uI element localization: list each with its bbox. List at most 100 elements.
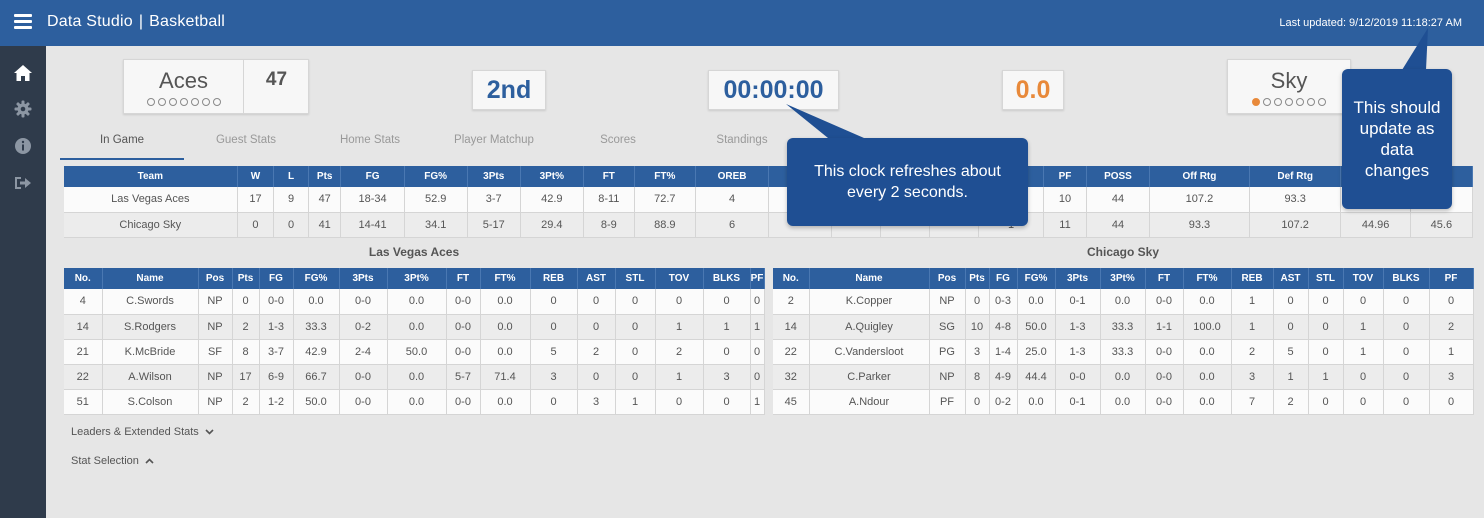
away-box-table-cell: 44.4 xyxy=(1017,364,1056,390)
team-table-header-cell[interactable]: L xyxy=(273,166,309,187)
team-table-header-cell[interactable]: Team xyxy=(64,166,238,187)
away-box-table-cell: 2 xyxy=(773,289,810,315)
home-box-header-cell[interactable]: REB xyxy=(530,268,578,289)
home-box-table-cell: 3 xyxy=(703,364,751,390)
team-table-header-cell[interactable]: FT% xyxy=(634,166,696,187)
away-box-header-cell[interactable]: AST xyxy=(1273,268,1309,289)
away-box-header-cell[interactable]: Pos xyxy=(929,268,966,289)
stat-selection-link[interactable]: Stat Selection xyxy=(71,455,154,467)
team-table-header-cell[interactable]: Pts xyxy=(308,166,342,187)
home-box-table-cell: 1 xyxy=(655,314,704,340)
team-table-table-cell: 8-9 xyxy=(583,212,635,238)
timeout-dot xyxy=(1318,98,1326,106)
home-box-header-cell[interactable]: 3Pt% xyxy=(387,268,447,289)
team-table-header-cell[interactable]: POSS xyxy=(1086,166,1151,187)
home-timeouts xyxy=(124,98,243,106)
home-box-header-cell[interactable]: FT xyxy=(446,268,481,289)
menu-icon[interactable] xyxy=(14,14,32,30)
away-box-header-cell[interactable]: FG xyxy=(989,268,1018,289)
home-box-header-cell[interactable]: FG xyxy=(259,268,294,289)
team-table-table-cell: 44 xyxy=(1086,212,1151,238)
chevron-up-icon xyxy=(145,458,154,464)
team-table-table-cell: 41 xyxy=(308,212,342,238)
home-box-table-cell: 0 xyxy=(750,339,765,365)
away-box-table-cell: 32 xyxy=(773,364,810,390)
home-box-header-cell[interactable]: PF xyxy=(750,268,765,289)
team-table-table-row: Chicago Sky 0 0 41 14-41 34.1 5-17 29.4 8-9 88.9 6… xyxy=(64,212,1474,238)
home-box-table-row: 21 K.McBride SF 8 3-7 42.9 2-4 50.0 0-0 0.0 5 2 0 2 0 0 xyxy=(64,339,765,365)
home-box-table-cell: 71.4 xyxy=(480,364,531,390)
home-box-header-cell[interactable]: Pts xyxy=(232,268,260,289)
team-table-header-cell[interactable]: FT xyxy=(583,166,635,187)
team-table-table-cell: 44.96 xyxy=(1340,212,1411,238)
home-box-table-cell: 2-4 xyxy=(339,339,388,365)
away-box-table-cell: K.Copper xyxy=(809,289,930,315)
home-box-table-cell: 50.0 xyxy=(293,389,340,415)
info-icon[interactable] xyxy=(12,135,34,157)
tab-in-game[interactable]: In Game xyxy=(60,128,184,160)
home-box-header-cell[interactable]: Pos xyxy=(198,268,233,289)
away-box-header-cell[interactable]: PF xyxy=(1429,268,1474,289)
away-box-header-cell[interactable]: TOV xyxy=(1343,268,1384,289)
home-box-header-cell[interactable]: 3Pts xyxy=(339,268,388,289)
leaders-extended-stats-link[interactable]: Leaders & Extended Stats xyxy=(71,426,214,438)
home-box-table-cell: 0.0 xyxy=(387,364,447,390)
away-box-header-cell[interactable]: Pts xyxy=(965,268,990,289)
team-table-table-cell: 107.2 xyxy=(1149,187,1250,213)
tab-player-matchup[interactable]: Player Matchup xyxy=(432,128,556,160)
away-box-table-cell: 1 xyxy=(1308,364,1344,390)
team-table-table-cell: 42.9 xyxy=(520,187,584,213)
home-box-table-cell: 50.0 xyxy=(387,339,447,365)
away-box-table-cell: 0 xyxy=(1273,289,1309,315)
timeout-dot xyxy=(1252,98,1260,106)
away-box-table-cell: A.Quigley xyxy=(809,314,930,340)
away-box-header-cell[interactable]: FT% xyxy=(1183,268,1232,289)
team-table-header-cell[interactable]: W xyxy=(237,166,275,187)
team-table-header-cell[interactable]: 3Pts xyxy=(467,166,521,187)
home-box-table-cell: 3 xyxy=(577,389,616,415)
away-box-header-cell[interactable]: No. xyxy=(773,268,810,289)
away-box-header-cell[interactable]: 3Pts xyxy=(1055,268,1101,289)
away-box-table-row: 45 A.Ndour PF 0 0-2 0.0 0-1 0.0 0-0 0.0 7 2 0 0 0 0 xyxy=(773,389,1474,415)
gear-icon[interactable] xyxy=(12,98,34,120)
home-box-header-cell[interactable]: Name xyxy=(102,268,199,289)
timeout-dot xyxy=(157,98,166,106)
team-table-header-cell[interactable]: 3Pt% xyxy=(520,166,584,187)
away-box-header-cell[interactable]: BLKS xyxy=(1383,268,1430,289)
tab-home-stats[interactable]: Home Stats xyxy=(308,128,432,160)
team-table-table-cell: 5-17 xyxy=(467,212,521,238)
away-box-table-cell: 2 xyxy=(1429,314,1474,340)
away-box-header-cell[interactable]: Name xyxy=(809,268,930,289)
timeout-dot xyxy=(190,98,199,106)
home-box-header-cell[interactable]: FG% xyxy=(293,268,340,289)
home-box-table-cell: 0-0 xyxy=(339,289,388,315)
sign-out-icon[interactable] xyxy=(12,172,34,194)
team-table-header-cell[interactable]: Off Rtg xyxy=(1149,166,1250,187)
away-box-header-cell[interactable]: REB xyxy=(1231,268,1274,289)
chevron-down-icon xyxy=(205,429,214,435)
home-box-header-cell[interactable]: AST xyxy=(577,268,616,289)
team-table-header-cell[interactable]: FG% xyxy=(404,166,468,187)
home-icon[interactable] xyxy=(12,62,34,84)
tab-guest-stats[interactable]: Guest Stats xyxy=(184,128,308,160)
home-box-header-cell[interactable]: STL xyxy=(615,268,656,289)
away-box-header-cell[interactable]: 3Pt% xyxy=(1100,268,1146,289)
team-table-table-cell: 10 xyxy=(1043,187,1087,213)
away-box-header-cell[interactable]: FG% xyxy=(1017,268,1056,289)
team-table-table-cell: 11 xyxy=(1043,212,1087,238)
away-box-table-cell: 0.0 xyxy=(1183,389,1232,415)
away-box-table-row: 2 K.Copper NP 0 0-3 0.0 0-1 0.0 0-0 0.0 1 0 0 0 0 0 xyxy=(773,289,1474,315)
team-table-header-cell[interactable]: FG xyxy=(340,166,405,187)
away-box-header-cell[interactable]: STL xyxy=(1308,268,1344,289)
team-table-header-cell[interactable]: Def Rtg xyxy=(1249,166,1342,187)
team-table-header-cell[interactable]: OREB xyxy=(695,166,770,187)
home-team-card: Aces 47 xyxy=(123,59,309,114)
team-table-header-cell[interactable]: PF xyxy=(1043,166,1087,187)
away-box-table-cell: 0.0 xyxy=(1017,389,1056,415)
home-box-header-cell[interactable]: No. xyxy=(64,268,103,289)
tab-scores[interactable]: Scores xyxy=(556,128,680,160)
home-box-header-cell[interactable]: FT% xyxy=(480,268,531,289)
home-box-header-cell[interactable]: BLKS xyxy=(703,268,751,289)
home-box-header-cell[interactable]: TOV xyxy=(655,268,704,289)
away-box-header-cell[interactable]: FT xyxy=(1145,268,1184,289)
